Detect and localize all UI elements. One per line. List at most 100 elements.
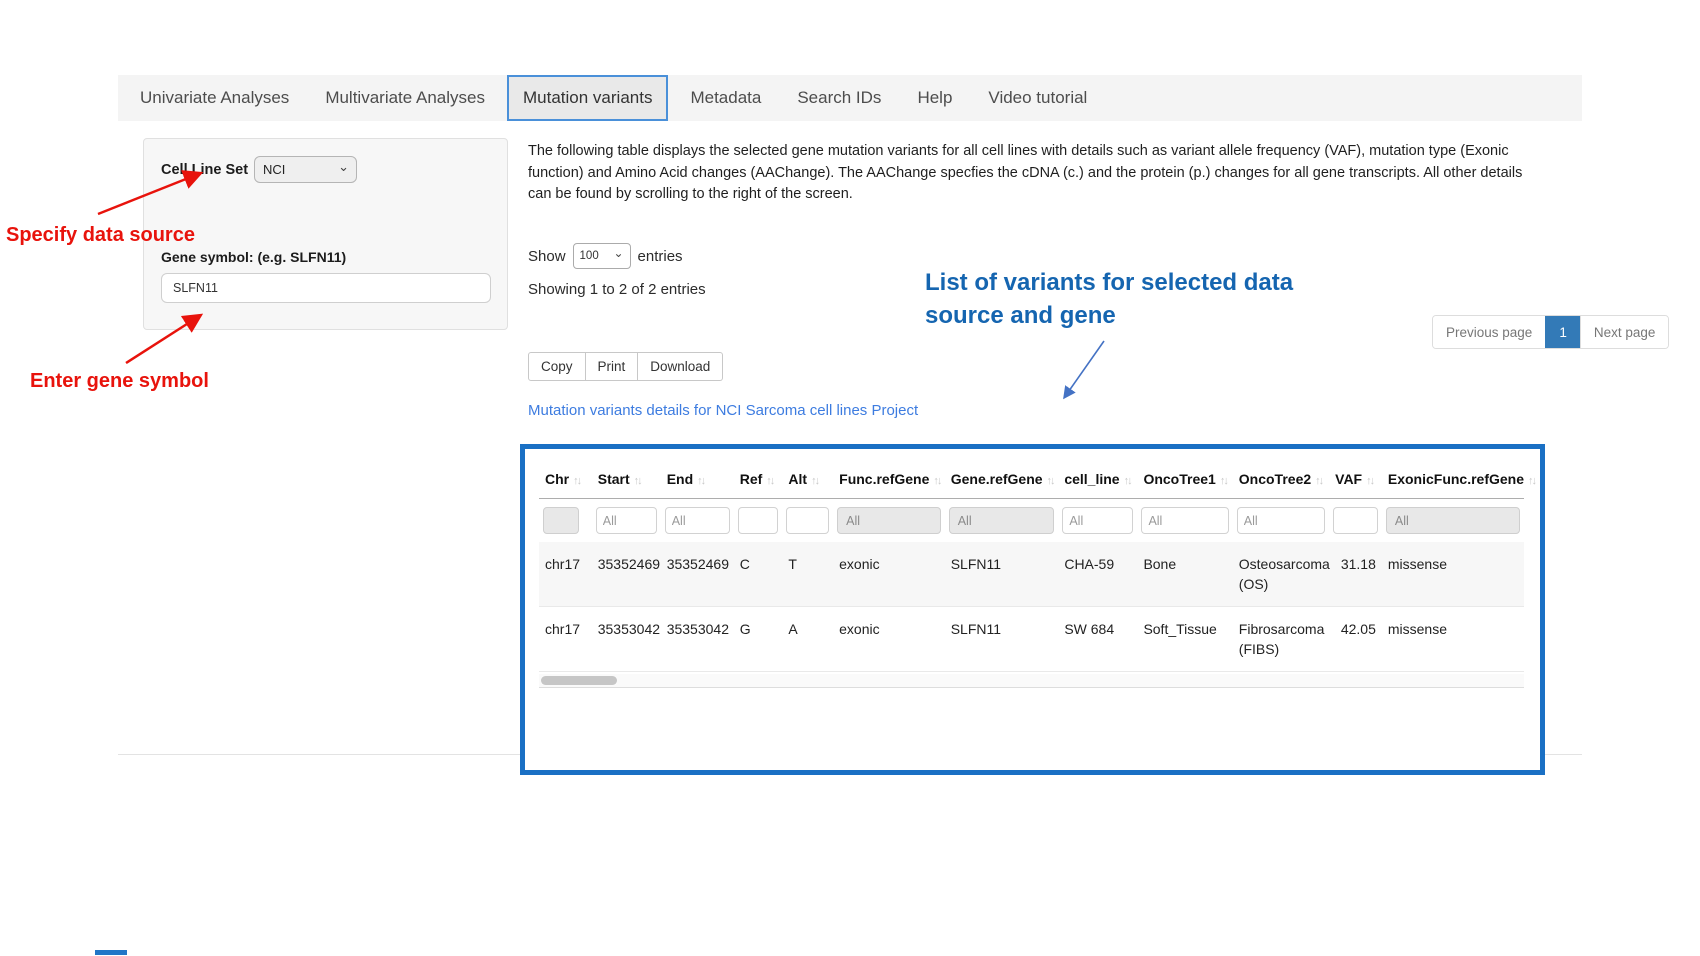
length-control: Show 100 entries bbox=[528, 243, 683, 269]
col-header-chr[interactable]: Chr bbox=[539, 461, 592, 499]
filter-end[interactable] bbox=[665, 507, 730, 534]
col-header-gene-refgene[interactable]: Gene.refGene bbox=[945, 461, 1059, 499]
filter-gene-refgene[interactable]: All bbox=[949, 507, 1055, 534]
cell-line-set-select[interactable]: NCI bbox=[254, 156, 357, 183]
sort-icon[interactable] bbox=[807, 471, 818, 487]
bottom-edge-artifact bbox=[95, 950, 127, 955]
filter-ref[interactable] bbox=[738, 507, 779, 534]
col-header-oncotree1[interactable]: OncoTree1 bbox=[1137, 461, 1232, 499]
sort-icon[interactable] bbox=[1362, 471, 1373, 487]
scrollbar-thumb[interactable] bbox=[541, 676, 617, 685]
sort-icon[interactable] bbox=[1043, 471, 1054, 487]
cell-ref: G bbox=[734, 607, 783, 672]
tab-help[interactable]: Help bbox=[903, 75, 966, 121]
variants-table-callout-box: Chr Start End Ref Alt Func.refGene Gene.… bbox=[520, 444, 1545, 775]
tab-multivariate-analyses[interactable]: Multivariate Analyses bbox=[311, 75, 499, 121]
table-info: Showing 1 to 2 of 2 entries bbox=[528, 281, 706, 298]
tab-metadata[interactable]: Metadata bbox=[676, 75, 775, 121]
current-page-button[interactable]: 1 bbox=[1545, 316, 1580, 348]
show-label: Show bbox=[528, 248, 566, 265]
cell-vaf: 42.05 bbox=[1329, 607, 1382, 672]
cell-oncotree1: Bone bbox=[1137, 542, 1232, 607]
tab-video-tutorial[interactable]: Video tutorial bbox=[974, 75, 1101, 121]
gene-symbol-label: Gene symbol: (e.g. SLFN11) bbox=[161, 249, 346, 265]
filter-oncotree1[interactable] bbox=[1141, 507, 1228, 534]
next-page-button[interactable]: Next page bbox=[1580, 316, 1669, 348]
filter-cell-line[interactable] bbox=[1062, 507, 1133, 534]
page-length-select[interactable]: 100 bbox=[573, 243, 631, 269]
table-title-link[interactable]: Mutation variants details for NCI Sarcom… bbox=[528, 402, 918, 419]
cell-start: 35353042 bbox=[592, 607, 661, 672]
col-header-vaf[interactable]: VAF bbox=[1329, 461, 1382, 499]
copy-button[interactable]: Copy bbox=[528, 352, 586, 381]
sort-icon[interactable] bbox=[1524, 471, 1535, 487]
tab-mutation-variants[interactable]: Mutation variants bbox=[507, 75, 668, 121]
annotation-line2: source and gene bbox=[925, 299, 1293, 332]
previous-page-button[interactable]: Previous page bbox=[1433, 316, 1545, 348]
cell-oncotree2: Osteosarcoma (OS) bbox=[1233, 542, 1329, 607]
filter-func-refgene[interactable]: All bbox=[837, 507, 941, 534]
entries-label: entries bbox=[638, 248, 683, 265]
sort-icon[interactable] bbox=[569, 471, 580, 487]
pagination: Previous page 1 Next page bbox=[1432, 315, 1669, 349]
annotation-list-of-variants: List of variants for selected data sourc… bbox=[925, 266, 1293, 332]
cell-vaf: 31.18 bbox=[1329, 542, 1382, 607]
sort-icon[interactable] bbox=[693, 471, 704, 487]
cell-exonicfunc: missense bbox=[1382, 542, 1524, 607]
annotation-line1: List of variants for selected data bbox=[925, 266, 1293, 299]
cell-start: 35352469 bbox=[592, 542, 661, 607]
cell-end: 35353042 bbox=[661, 607, 734, 672]
horizontal-scrollbar[interactable] bbox=[539, 674, 1524, 688]
cell-line-set-label: Cell Line Set bbox=[161, 162, 248, 178]
col-header-alt[interactable]: Alt bbox=[782, 461, 833, 499]
tab-search-ids[interactable]: Search IDs bbox=[783, 75, 895, 121]
sort-icon[interactable] bbox=[1120, 471, 1131, 487]
cell-chr: chr17 bbox=[539, 542, 592, 607]
cell-alt: T bbox=[782, 542, 833, 607]
col-header-cell-line[interactable]: cell_line bbox=[1058, 461, 1137, 499]
filter-alt[interactable] bbox=[786, 507, 829, 534]
table-header-row: Chr Start End Ref Alt Func.refGene Gene.… bbox=[539, 461, 1524, 499]
col-header-func-refgene[interactable]: Func.refGene bbox=[833, 461, 945, 499]
top-navbar: Univariate Analyses Multivariate Analyse… bbox=[118, 75, 1582, 121]
cell-alt: A bbox=[782, 607, 833, 672]
sort-icon[interactable] bbox=[630, 471, 641, 487]
cell-cell-line: CHA-59 bbox=[1058, 542, 1137, 607]
sort-icon[interactable] bbox=[1311, 471, 1322, 487]
page-length-value: 100 bbox=[580, 250, 599, 262]
col-header-start[interactable]: Start bbox=[592, 461, 661, 499]
cell-ref: C bbox=[734, 542, 783, 607]
export-buttons: Copy Print Download bbox=[528, 352, 723, 381]
sort-icon[interactable] bbox=[929, 471, 940, 487]
filter-vaf[interactable] bbox=[1333, 507, 1378, 534]
cell-end: 35352469 bbox=[661, 542, 734, 607]
print-button[interactable]: Print bbox=[586, 352, 639, 381]
cell-chr: chr17 bbox=[539, 607, 592, 672]
cell-line-set-value: NCI bbox=[263, 162, 285, 177]
cell-func-refgene: exonic bbox=[833, 542, 945, 607]
cell-gene-refgene: SLFN11 bbox=[945, 542, 1059, 607]
sort-icon[interactable] bbox=[1216, 471, 1227, 487]
annotation-specify-data-source: Specify data source bbox=[6, 224, 195, 247]
variants-table: Chr Start End Ref Alt Func.refGene Gene.… bbox=[539, 461, 1524, 672]
col-header-end[interactable]: End bbox=[661, 461, 734, 499]
table-row[interactable]: chr17 35352469 35352469 C T exonic SLFN1… bbox=[539, 542, 1524, 607]
download-button[interactable]: Download bbox=[638, 352, 723, 381]
filter-exonicfunc-refgene[interactable]: All bbox=[1386, 507, 1520, 534]
col-header-ref[interactable]: Ref bbox=[734, 461, 783, 499]
table-row[interactable]: chr17 35353042 35353042 G A exonic SLFN1… bbox=[539, 607, 1524, 672]
gene-symbol-input[interactable] bbox=[161, 273, 491, 303]
col-header-exonicfunc-refgene[interactable]: ExonicFunc.refGene bbox=[1382, 461, 1524, 499]
filter-start[interactable] bbox=[596, 507, 657, 534]
cell-func-refgene: exonic bbox=[833, 607, 945, 672]
chevron-down-icon bbox=[338, 162, 349, 178]
sort-icon[interactable] bbox=[762, 471, 773, 487]
filter-oncotree2[interactable] bbox=[1237, 507, 1325, 534]
cell-oncotree1: Soft_Tissue bbox=[1137, 607, 1232, 672]
tab-univariate-analyses[interactable]: Univariate Analyses bbox=[126, 75, 303, 121]
blue-arrow-table bbox=[1064, 341, 1104, 398]
table-filter-row: All All All bbox=[539, 499, 1524, 543]
filter-chr[interactable] bbox=[543, 507, 579, 534]
col-header-oncotree2[interactable]: OncoTree2 bbox=[1233, 461, 1329, 499]
parameter-panel: Cell Line Set NCI Gene symbol: (e.g. SLF… bbox=[143, 138, 508, 330]
